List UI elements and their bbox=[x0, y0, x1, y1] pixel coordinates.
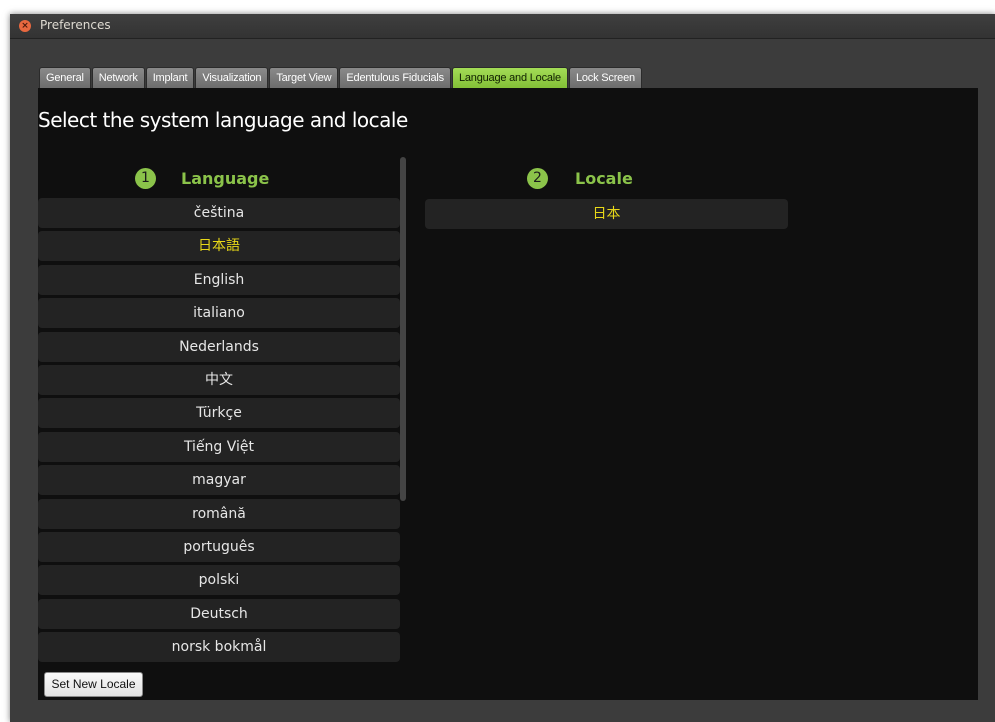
language-item[interactable]: Nederlands bbox=[38, 331, 400, 362]
language-item[interactable]: 中文 bbox=[38, 364, 400, 395]
tab-implant[interactable]: Implant bbox=[145, 67, 195, 88]
language-item[interactable]: Tiếng Việt bbox=[38, 431, 400, 462]
language-locale-panel: Select the system language and locale 1 … bbox=[38, 88, 978, 700]
language-list[interactable]: čeština 日本語 English italiano Nederlands 中文 Tür… bbox=[38, 198, 400, 673]
locale-label: Locale bbox=[575, 168, 633, 188]
tab-general[interactable]: General bbox=[39, 67, 91, 88]
locale-list[interactable]: 日本 bbox=[425, 199, 788, 232]
language-item[interactable]: Türkçe bbox=[38, 398, 400, 429]
locale-item[interactable]: 日本 bbox=[425, 199, 788, 229]
tab-network[interactable]: Network bbox=[91, 67, 145, 88]
page-title: Select the system language and locale bbox=[38, 108, 408, 132]
close-icon[interactable]: × bbox=[19, 20, 31, 32]
tab-visualization[interactable]: Visualization bbox=[195, 67, 269, 88]
language-item[interactable]: polski bbox=[38, 565, 400, 596]
window-title: Preferences bbox=[40, 18, 111, 32]
tab-bar: General Network Implant Visualization Target… bbox=[39, 67, 643, 88]
step-2-badge: 2 bbox=[527, 167, 548, 189]
tab-edentulous-fiducials[interactable]: Edentulous Fiducials bbox=[339, 67, 451, 88]
tab-language-and-locale[interactable]: Language and Locale bbox=[451, 67, 568, 88]
language-item[interactable]: português bbox=[38, 531, 400, 562]
set-new-locale-button[interactable]: Set New Locale bbox=[44, 672, 143, 697]
tab-lock-screen[interactable]: Lock Screen bbox=[568, 67, 642, 88]
language-item[interactable]: English bbox=[38, 264, 400, 295]
tab-target-view[interactable]: Target View bbox=[269, 67, 339, 88]
language-item[interactable]: Deutsch bbox=[38, 598, 400, 629]
language-item[interactable]: română bbox=[38, 498, 400, 529]
locale-header: 2 Locale bbox=[527, 167, 633, 189]
language-item[interactable]: italiano bbox=[38, 298, 400, 329]
language-item[interactable]: 日本語 bbox=[38, 231, 400, 262]
title-bar: × Preferences bbox=[10, 14, 995, 39]
language-item[interactable]: magyar bbox=[38, 465, 400, 496]
language-header: 1 Language bbox=[135, 167, 269, 189]
language-label: Language bbox=[181, 168, 270, 188]
language-item[interactable]: čeština bbox=[38, 198, 400, 228]
step-1-badge: 1 bbox=[135, 167, 156, 189]
language-list-scrollbar[interactable] bbox=[400, 157, 406, 501]
language-item[interactable]: norsk bokmål bbox=[38, 632, 400, 663]
preferences-window: × Preferences General Network Implant Visua… bbox=[10, 14, 995, 722]
